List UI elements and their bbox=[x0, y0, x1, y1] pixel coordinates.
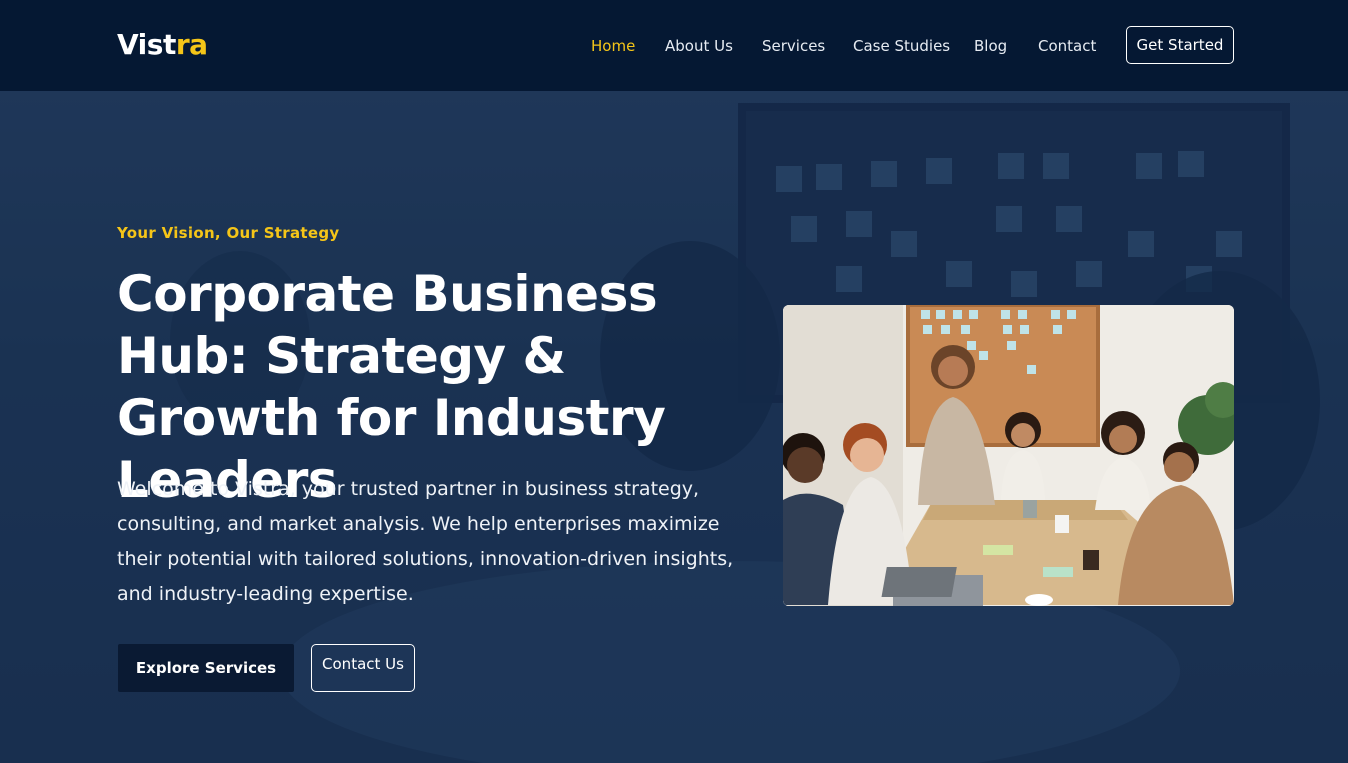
hero-tagline: Your Vision, Our Strategy bbox=[117, 224, 340, 242]
team-meeting-illustration bbox=[783, 305, 1234, 606]
explore-services-button[interactable]: Explore Services bbox=[118, 644, 294, 692]
hero-description: Welcome to Vistra, your trusted partner … bbox=[117, 478, 734, 605]
get-started-button[interactable]: Get Started bbox=[1126, 26, 1234, 64]
contact-us-button[interactable]: Contact Us bbox=[311, 644, 415, 692]
nav-item-blog[interactable]: Blog bbox=[974, 36, 1007, 56]
nav-item-case-studies[interactable]: Case Studies bbox=[853, 36, 950, 56]
site-header: Vistra Home About Us Services Case Studi… bbox=[0, 0, 1348, 91]
hero-team-meeting-image bbox=[783, 305, 1234, 606]
nav-item-contact[interactable]: Contact bbox=[1038, 36, 1096, 56]
nav-item-services[interactable]: Services bbox=[762, 36, 825, 56]
nav-item-about-us[interactable]: About Us bbox=[665, 36, 733, 56]
nav-item-home[interactable]: Home bbox=[591, 36, 635, 56]
